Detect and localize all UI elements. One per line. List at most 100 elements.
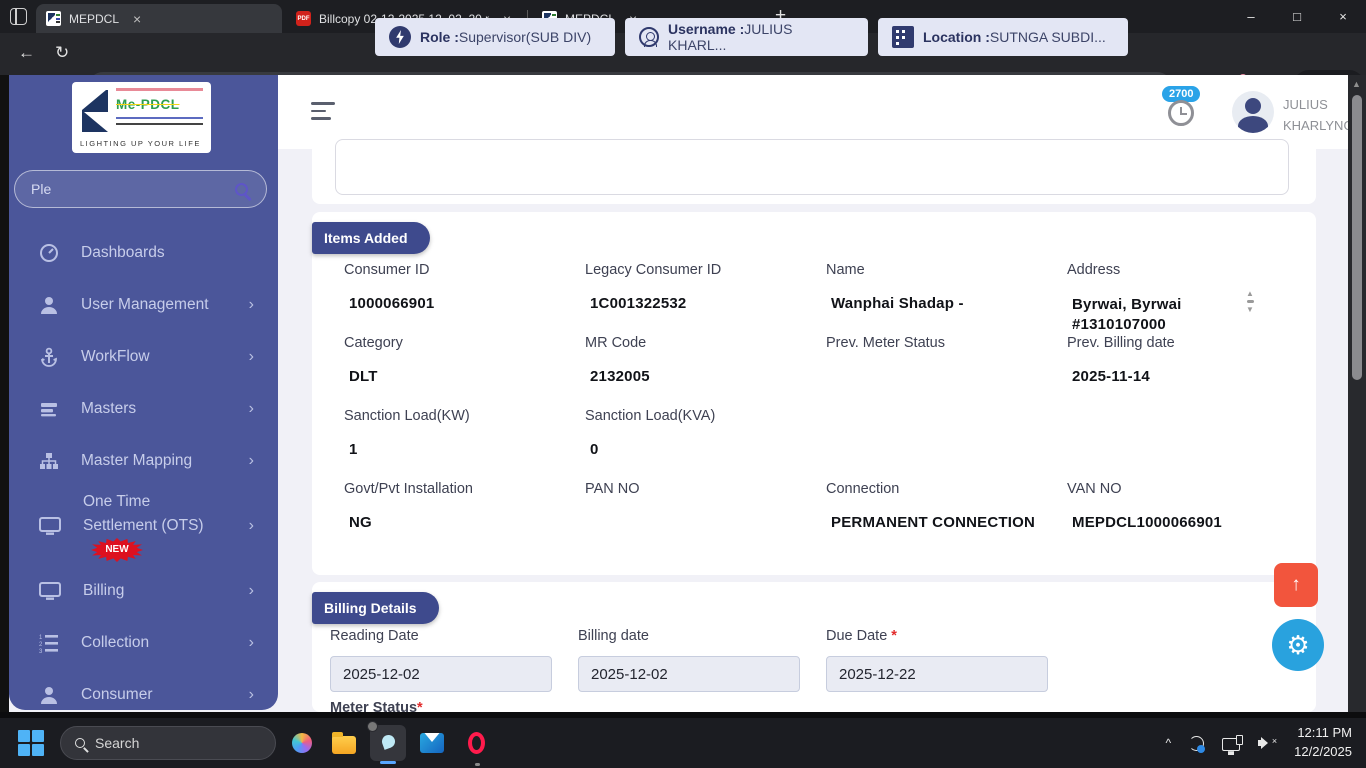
opera-running-dot [475, 763, 480, 766]
chevron-right-icon: › [248, 517, 254, 534]
sidebar-item-label: WorkFlow [81, 347, 150, 365]
sidebar-search[interactable] [14, 170, 267, 208]
opera-icon[interactable] [462, 729, 490, 757]
sidebar-item-label: Collection [81, 633, 150, 651]
monitor-icon [39, 582, 61, 600]
chevron-right-icon: › [248, 452, 254, 469]
billing-date-input[interactable] [578, 656, 800, 692]
sidebar-item-label: Consumer [81, 685, 153, 703]
ordered-list-icon: 123 [39, 635, 58, 653]
page-scrollbar[interactable]: ▲ [1348, 75, 1366, 718]
network-icon[interactable] [1222, 734, 1244, 755]
role-badge: Role :Supervisor(SUB DIV) [375, 18, 615, 56]
svg-text:1: 1 [39, 635, 43, 641]
tab-close-icon[interactable]: × [133, 12, 141, 26]
field-value: 2132005 [590, 368, 650, 385]
scrollbar-thumb[interactable] [1352, 95, 1362, 380]
chevron-right-icon: › [248, 400, 254, 417]
address-scroll-spinner[interactable]: ▲ ▼ [1242, 289, 1258, 314]
previous-section-field [335, 139, 1289, 195]
scrollbar-up-icon[interactable]: ▲ [1352, 79, 1361, 89]
field-value: 0 [590, 441, 599, 458]
hamburger-menu-icon[interactable] [311, 102, 335, 125]
tray-date: 12/2/2025 [1294, 744, 1352, 759]
window-edge [0, 75, 9, 718]
window-minimize-button[interactable]: – [1228, 0, 1274, 33]
sidebar-item-consumer[interactable]: Consumer › [9, 669, 278, 710]
taskbar-clock[interactable]: 12:11 PM 12/2/2025 [1294, 724, 1352, 762]
logo-tagline: LIGHTING UP YOUR LIFE [80, 139, 201, 148]
sidebar-item-user-management[interactable]: User Management › [9, 279, 278, 331]
username-person-icon [639, 27, 659, 47]
field-label: Connection [826, 481, 900, 497]
tray-chevron-icon[interactable]: ^ [1166, 736, 1172, 750]
edge-active-indicator [380, 761, 396, 764]
location-label: Location : [923, 29, 990, 45]
scroll-to-top-button[interactable]: ↑ [1274, 563, 1318, 607]
spinner-up-icon: ▲ [1246, 289, 1254, 298]
field-label: Consumer ID [344, 262, 430, 278]
field-value: 1000066901 [349, 295, 435, 312]
gear-icon: ⚙ [1286, 629, 1310, 660]
tab-actions-icon[interactable] [10, 8, 27, 25]
sidebar-item-billing[interactable]: Billing › [9, 565, 278, 617]
items-added-badge: Items Added [312, 222, 430, 254]
due-date-input[interactable] [826, 656, 1048, 692]
tray-time: 12:11 PM [1297, 725, 1352, 741]
file-explorer-icon[interactable] [330, 729, 358, 757]
sidebar-search-input[interactable] [15, 181, 235, 197]
sidebar-item-dashboards[interactable]: Dashboards [9, 227, 278, 279]
sidebar-item-label: One Time Settlement (OTS) [83, 492, 204, 534]
copilot-taskbar-icon[interactable] [288, 729, 316, 757]
monitor-icon [39, 517, 61, 535]
chevron-right-icon: › [248, 582, 254, 599]
required-asterisk: * [891, 628, 897, 644]
field-label: Due Date * [826, 628, 897, 644]
sidebar-item-label: User Management [81, 295, 209, 313]
taskbar-search[interactable]: Search [60, 726, 276, 760]
user-name: JULIUS KHARLYNG [1283, 97, 1354, 133]
refresh-icon[interactable]: ↻ [55, 43, 69, 63]
sidebar-item-ots[interactable]: One Time Settlement (OTS) NEW › [9, 487, 278, 565]
window-close-button[interactable]: × [1320, 0, 1366, 33]
sidebar-item-workflow[interactable]: WorkFlow › [9, 331, 278, 383]
sync-icon[interactable] [1189, 735, 1206, 753]
field-label: Prev. Meter Status [826, 335, 945, 351]
field-label: Prev. Billing date [1067, 335, 1175, 351]
field-value: 1C001322532 [590, 295, 687, 312]
reading-date-input[interactable] [330, 656, 552, 692]
sidebar-item-master-mapping[interactable]: Master Mapping › [9, 435, 278, 487]
volume-muted-icon[interactable]: × [1258, 735, 1277, 751]
role-bolt-icon [389, 26, 411, 48]
back-icon[interactable]: ← [18, 43, 35, 63]
items-added-card: Items Added Consumer ID 1000066901 Legacy… [312, 212, 1316, 575]
logo-bolt-icon [82, 90, 108, 132]
window-restore-button[interactable]: □ [1274, 0, 1320, 33]
windows-start-button[interactable] [18, 730, 44, 756]
field-label: MR Code [585, 335, 647, 351]
sidebar-item-masters[interactable]: Masters › [9, 383, 278, 435]
sidebar-item-collection[interactable]: 123 Collection › [9, 617, 278, 669]
role-value: Supervisor(SUB DIV) [458, 29, 592, 45]
items-added-grid: Consumer ID 1000066901 Legacy Consumer ID… [344, 262, 1308, 554]
spinner-down-icon: ▼ [1246, 305, 1254, 314]
user-avatar[interactable] [1232, 91, 1274, 133]
mail-icon[interactable] [418, 729, 446, 757]
field-label: Sanction Load(KW) [344, 408, 470, 424]
settings-fab[interactable]: ⚙ [1272, 619, 1324, 671]
username-badge: Username :JULIUS KHARL... [625, 18, 868, 56]
sidebar-item-label: Billing [83, 581, 125, 599]
field-label: Billing date [578, 628, 649, 644]
pdf-favicon: PDF [296, 11, 311, 26]
field-label: Legacy Consumer ID [585, 262, 722, 278]
new-badge: NEW [91, 537, 143, 562]
edge-browser-icon[interactable] [367, 721, 406, 761]
field-label: Address [1067, 262, 1121, 278]
sidebar: Me-PDCL LIGHTING UP YOUR LIFE Dashboards… [9, 75, 278, 710]
chevron-right-icon: › [248, 634, 254, 651]
taskbar-search-placeholder: Search [95, 735, 140, 751]
location-building-icon [892, 26, 914, 48]
taskbar: Search ^ × 12:11 PM 12/2/2025 [0, 718, 1366, 768]
browser-tab-1[interactable]: MEPDCL × [36, 4, 282, 33]
chevron-right-icon: › [248, 296, 254, 313]
